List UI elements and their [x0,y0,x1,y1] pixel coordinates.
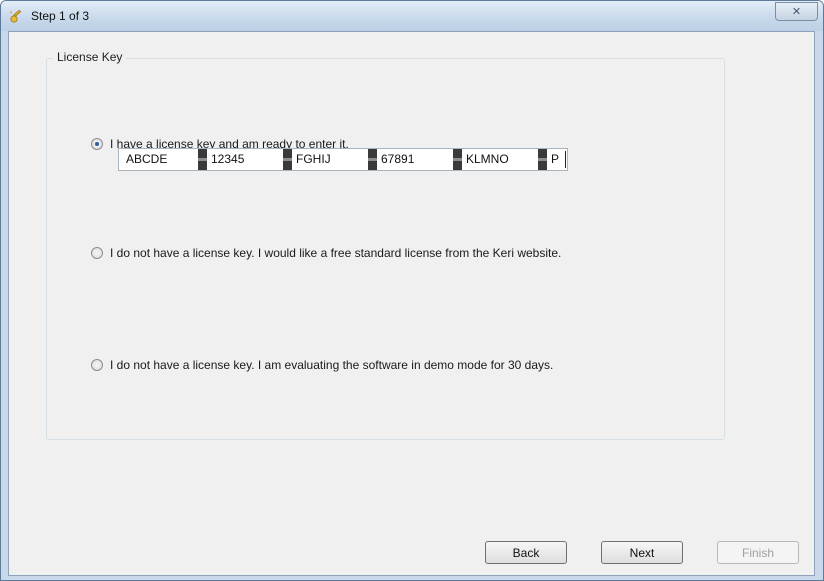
license-key-input[interactable]: ABCDE 12345 FGHIJ 67891 KLMNO P [118,148,568,171]
back-button[interactable]: Back [485,541,567,564]
key-separator [198,149,207,170]
group-legend: License Key [53,50,127,64]
option-label: I do not have a license key. I am evalua… [110,358,554,372]
wizard-key-icon [10,9,22,23]
option-demo-mode[interactable]: I do not have a license key. I am evalua… [91,358,553,372]
key-separator [368,149,377,170]
next-button[interactable]: Next [601,541,683,564]
key-segment-3[interactable]: FGHIJ [293,151,368,168]
key-separator [538,149,547,170]
key-segment-2[interactable]: 12345 [208,151,283,168]
close-icon: ✕ [791,6,802,18]
radio-demo-mode[interactable] [91,359,103,371]
title-bar: Step 1 of 3 ✕ [1,1,823,31]
finish-button[interactable]: Finish [717,541,799,564]
key-segment-6[interactable]: P [548,151,566,168]
key-separator [453,149,462,170]
key-segment-4[interactable]: 67891 [378,151,453,168]
window-title: Step 1 of 3 [31,9,90,23]
option-free-license[interactable]: I do not have a license key. I would lik… [91,246,561,260]
close-button[interactable]: ✕ [775,2,818,21]
key-segment-1[interactable]: ABCDE [123,151,198,168]
key-separator [283,149,292,170]
radio-have-key[interactable] [91,138,103,150]
key-segment-5[interactable]: KLMNO [463,151,538,168]
wizard-window: Step 1 of 3 ✕ License Key I have a licen… [0,0,824,581]
option-label: I do not have a license key. I would lik… [110,246,562,260]
radio-free-license[interactable] [91,247,103,259]
